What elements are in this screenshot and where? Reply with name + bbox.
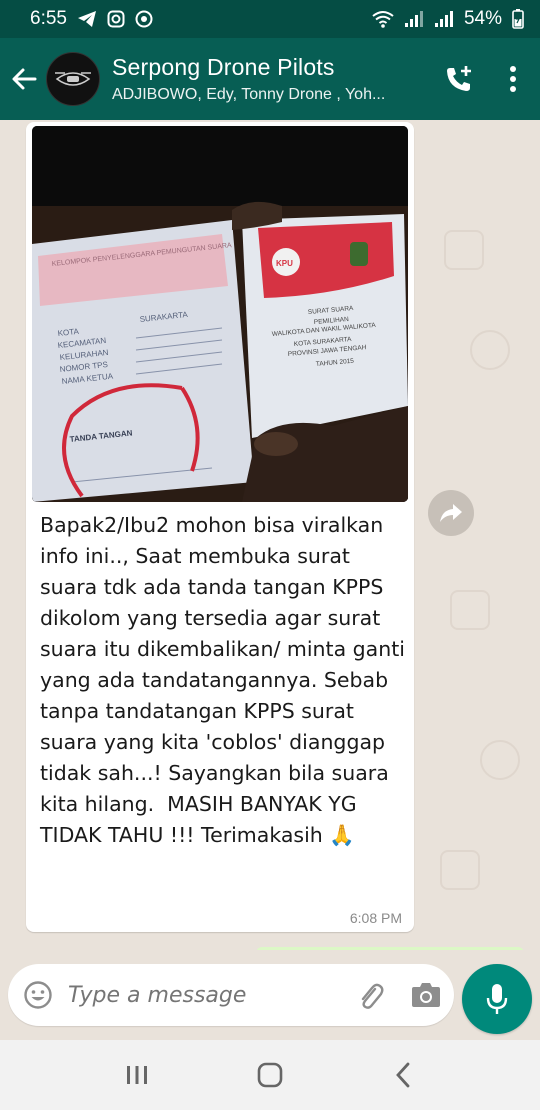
message-image[interactable]: KELOMPOK PENYELENGGARA PEMUNGUTAN SUARA … — [32, 126, 408, 502]
menu-button[interactable] — [486, 38, 540, 120]
mic-icon — [486, 984, 508, 1014]
status-time: 6:55 — [30, 8, 67, 29]
back-nav-button[interactable] — [373, 1045, 433, 1105]
message-composer — [0, 950, 540, 1040]
chat-title-block[interactable]: Serpong Drone Pilots ADJIBOWO, Edy, Tonn… — [112, 54, 432, 104]
signal-icon-2 — [434, 10, 454, 28]
group-avatar[interactable] — [46, 52, 100, 106]
add-call-button[interactable] — [432, 38, 486, 120]
home-button[interactable] — [240, 1045, 300, 1105]
wallpaper-doodle — [444, 230, 484, 270]
message-text: Bapak2/Ibu2 mohon bisa viralkan info ini… — [40, 513, 412, 847]
wallpaper-doodle — [440, 850, 480, 890]
message-input-pill — [8, 964, 454, 1026]
chevron-left-icon — [396, 1062, 410, 1088]
drone-logo-icon — [55, 72, 91, 86]
chat-area[interactable]: KELOMPOK PENYELENGGARA PEMUNGUTAN SUARA … — [0, 120, 540, 950]
ballot-photo: KELOMPOK PENYELENGGARA PEMUNGUTAN SUARA … — [32, 126, 408, 502]
more-vert-icon — [510, 66, 516, 92]
forward-icon — [440, 504, 462, 522]
battery-percent: 54% — [463, 8, 502, 29]
chrome-icon — [135, 10, 153, 28]
camera-button[interactable] — [398, 964, 454, 1026]
chat-header: Serpong Drone Pilots ADJIBOWO, Edy, Tonn… — [0, 38, 540, 120]
arrow-left-icon — [12, 68, 37, 90]
voice-record-button[interactable] — [462, 964, 532, 1034]
camera-icon — [412, 983, 440, 1007]
home-icon — [257, 1062, 283, 1088]
add-call-icon — [447, 66, 471, 91]
wallpaper-doodle — [450, 590, 490, 630]
recents-icon — [126, 1066, 147, 1084]
system-nav-bar — [0, 1040, 540, 1110]
incoming-message-bubble[interactable]: KELOMPOK PENYELENGGARA PEMUNGUTAN SUARA … — [26, 122, 414, 932]
telegram-icon — [77, 10, 97, 28]
wallpaper-doodle — [480, 740, 520, 780]
back-button[interactable] — [2, 38, 46, 120]
status-bar: 6:55 54% — [0, 0, 540, 38]
message-input[interactable] — [68, 982, 342, 1008]
emoji-icon — [24, 981, 52, 1009]
paperclip-icon — [361, 983, 384, 1009]
signal-icon — [404, 10, 424, 28]
forward-button[interactable] — [428, 490, 474, 536]
wifi-icon — [372, 10, 394, 28]
chat-participants: ADJIBOWO, Edy, Tonny Drone , Yoh... — [112, 86, 386, 103]
attach-button[interactable] — [342, 964, 398, 1026]
battery-icon — [512, 9, 524, 29]
chat-title: Serpong Drone Pilots — [112, 54, 335, 80]
ballot-logo-label: KPU — [276, 259, 293, 268]
instagram-icon — [107, 10, 125, 28]
message-time: 6:08 PM — [349, 910, 402, 926]
wallpaper-doodle — [470, 330, 510, 370]
emoji-button[interactable] — [8, 964, 68, 1026]
recents-button[interactable] — [107, 1045, 167, 1105]
